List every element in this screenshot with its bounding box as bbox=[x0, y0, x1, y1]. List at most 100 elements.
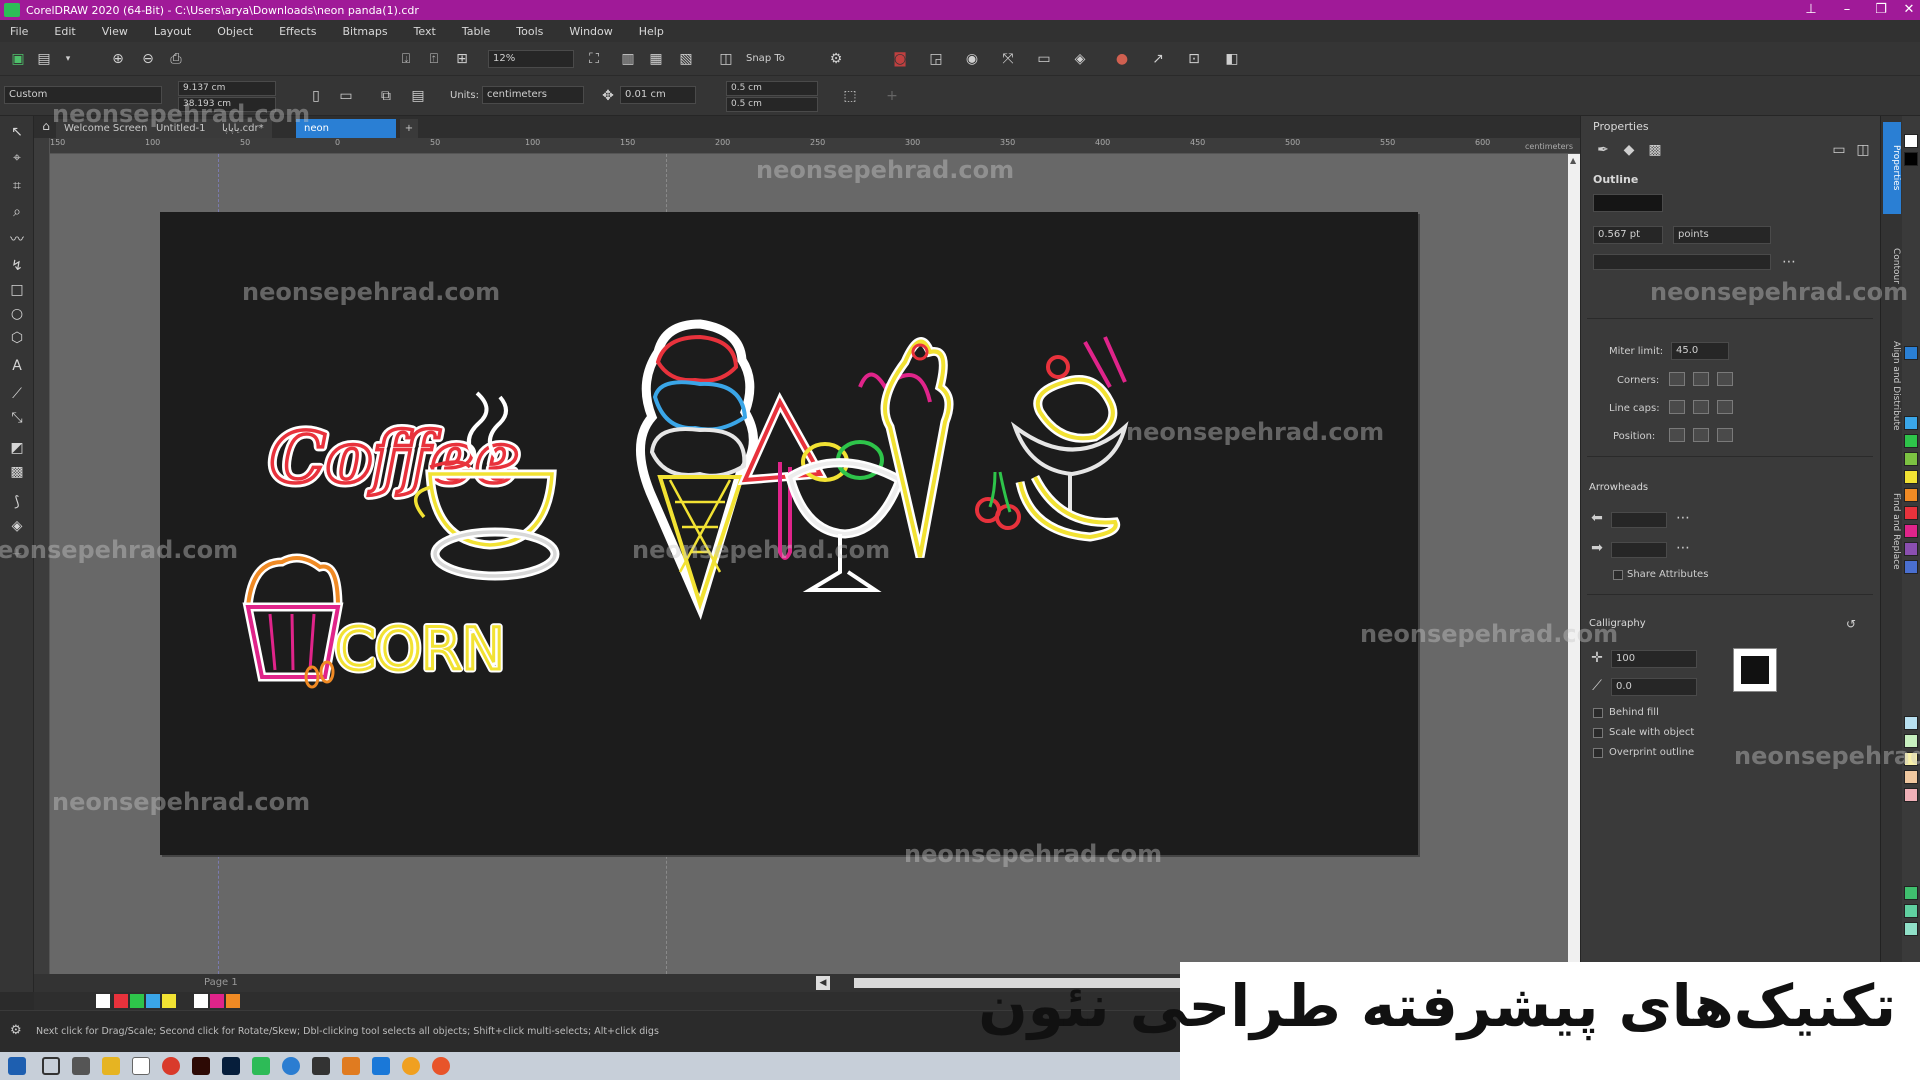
transform-icon[interactable]: ⤧ bbox=[998, 49, 1018, 69]
launch-icon[interactable]: ◙ bbox=[890, 49, 910, 69]
tab-align-distribute[interactable]: Align and Distribute bbox=[1883, 316, 1901, 456]
swatch[interactable] bbox=[1904, 506, 1918, 520]
swatch[interactable] bbox=[1904, 434, 1918, 448]
swatch[interactable] bbox=[1904, 560, 1918, 574]
tab-neon-panda[interactable]: neon panda(1).cdr bbox=[296, 119, 396, 153]
combine-icon[interactable]: ◈ bbox=[1070, 49, 1090, 69]
swatch[interactable] bbox=[1904, 922, 1918, 936]
duplicate-x-field[interactable]: 0.5 cm bbox=[726, 81, 818, 96]
outline-width-field[interactable]: 0.567 pt bbox=[1593, 226, 1663, 244]
scale-with-object-checkbox[interactable] bbox=[1593, 728, 1603, 738]
snap-to-dropdown[interactable]: Snap To bbox=[746, 53, 785, 64]
zoom-tool-icon[interactable]: ⌕ bbox=[7, 202, 27, 222]
nudge-distance-field[interactable]: 0.01 cm bbox=[620, 86, 696, 104]
arrow-start-icon[interactable]: ⬅ bbox=[1587, 508, 1607, 528]
all-pages-icon[interactable]: ⧉ bbox=[376, 86, 396, 106]
cap-round-icon[interactable] bbox=[1693, 400, 1709, 414]
menu-text[interactable]: Text bbox=[414, 25, 436, 38]
swatch[interactable] bbox=[210, 994, 224, 1008]
document-page[interactable]: Coffee Coffee CORN CORN bbox=[160, 212, 1418, 855]
rectangle-tool-icon[interactable]: □ bbox=[7, 280, 27, 300]
app-icon[interactable] bbox=[402, 1057, 420, 1075]
eyedropper-icon[interactable]: ⟆ bbox=[7, 492, 27, 512]
corner-round-icon[interactable] bbox=[1693, 372, 1709, 386]
units-select[interactable]: centimeters bbox=[482, 86, 584, 104]
ellipse-tool-icon[interactable]: ○ bbox=[7, 304, 27, 324]
swatch[interactable] bbox=[1904, 488, 1918, 502]
artistic-media-icon[interactable]: ↯ bbox=[7, 256, 27, 276]
menu-object[interactable]: Object bbox=[217, 25, 253, 38]
menu-table[interactable]: Table bbox=[462, 25, 490, 38]
swatch[interactable] bbox=[1904, 788, 1918, 802]
current-page-icon[interactable]: ▤ bbox=[408, 86, 428, 106]
start-icon[interactable] bbox=[8, 1057, 26, 1075]
behind-fill-checkbox[interactable] bbox=[1593, 708, 1603, 718]
line-style-select[interactable] bbox=[1593, 254, 1771, 270]
scroll-up-icon[interactable]: ▲ bbox=[1570, 156, 1578, 165]
trace-icon[interactable]: ◲ bbox=[926, 49, 946, 69]
cap-butt-icon[interactable] bbox=[1669, 400, 1685, 414]
end-arrowhead-select[interactable] bbox=[1611, 542, 1667, 558]
color-styles-icon[interactable]: ● bbox=[1112, 49, 1132, 69]
arrow-end-icon[interactable]: ➡ bbox=[1587, 538, 1607, 558]
text-tool-icon[interactable]: A bbox=[7, 356, 27, 376]
cloud-import-icon[interactable]: ⊕ bbox=[108, 49, 128, 69]
app-icon[interactable] bbox=[342, 1057, 360, 1075]
landscape-icon[interactable]: ▭ bbox=[336, 86, 356, 106]
tab-properties[interactable]: Properties bbox=[1883, 122, 1901, 214]
page-1-tab[interactable]: Page 1 bbox=[204, 977, 238, 988]
cloud-export-icon[interactable]: ⊖ bbox=[138, 49, 158, 69]
freehand-tool-icon[interactable]: 〰 bbox=[7, 230, 27, 250]
swatch[interactable] bbox=[130, 994, 144, 1008]
cap-square-icon[interactable] bbox=[1717, 400, 1733, 414]
swatch[interactable] bbox=[1904, 904, 1918, 918]
swatch[interactable] bbox=[1904, 152, 1918, 166]
fill-bucket-icon[interactable]: ◆ bbox=[1619, 140, 1639, 160]
firefox-icon[interactable] bbox=[432, 1057, 450, 1075]
swatch[interactable] bbox=[114, 994, 128, 1008]
reset-icon[interactable]: ↺ bbox=[1841, 614, 1861, 634]
swatch[interactable] bbox=[226, 994, 240, 1008]
add-icon[interactable]: + bbox=[882, 86, 902, 106]
object-icon[interactable]: ▭ bbox=[1034, 49, 1054, 69]
swatch[interactable] bbox=[1904, 416, 1918, 430]
import-icon[interactable]: ⍗ bbox=[396, 49, 416, 69]
polygon-tool-icon[interactable]: ⬡ bbox=[7, 328, 27, 348]
layout-icon[interactable]: ◧ bbox=[1222, 49, 1242, 69]
menu-tools[interactable]: Tools bbox=[516, 25, 543, 38]
duplicate-y-field[interactable]: 0.5 cm bbox=[726, 97, 818, 112]
publish-pdf-icon[interactable]: ⊞ bbox=[452, 49, 472, 69]
coffee-neon-sign[interactable]: Coffee Coffee bbox=[266, 391, 560, 581]
overprint-outline-checkbox[interactable] bbox=[1593, 748, 1603, 758]
stretch-field[interactable]: 100 bbox=[1611, 650, 1697, 668]
export-icon[interactable]: ⍐ bbox=[424, 49, 444, 69]
tab-find-replace[interactable]: Find and Replace bbox=[1883, 476, 1901, 586]
position-outside-icon[interactable] bbox=[1669, 428, 1685, 442]
transparency-tool-icon[interactable]: ▩ bbox=[7, 462, 27, 482]
swatch[interactable] bbox=[96, 994, 110, 1008]
show-guidelines-icon[interactable]: ▧ bbox=[676, 49, 696, 69]
swatch[interactable] bbox=[1904, 134, 1918, 148]
open-icon[interactable]: ▤ bbox=[34, 49, 54, 69]
snap-icon[interactable]: ◫ bbox=[716, 49, 736, 69]
drop-shadow-icon[interactable]: ◩ bbox=[7, 438, 27, 458]
open-dropdown-icon[interactable]: ▾ bbox=[58, 49, 78, 69]
search-icon[interactable] bbox=[42, 1057, 60, 1075]
app-icon[interactable] bbox=[282, 1057, 300, 1075]
connector-tool-icon[interactable]: ⤡ bbox=[7, 408, 27, 428]
swatch[interactable] bbox=[1904, 346, 1918, 360]
close-button[interactable]: ✕ bbox=[1892, 0, 1920, 20]
page-width-field[interactable]: 9.137 cm bbox=[178, 81, 276, 96]
new-tab-button[interactable]: + bbox=[400, 119, 418, 138]
miter-limit-field[interactable]: 45.0 bbox=[1671, 342, 1729, 360]
swatch[interactable] bbox=[1904, 716, 1918, 730]
swatch[interactable] bbox=[1904, 470, 1918, 484]
more-options-icon[interactable]: ⋯ bbox=[1779, 252, 1799, 272]
swatch[interactable] bbox=[1904, 452, 1918, 466]
camera-icon[interactable]: ◉ bbox=[962, 49, 982, 69]
outline-units-select[interactable]: points bbox=[1673, 226, 1771, 244]
full-screen-icon[interactable]: ⛶ bbox=[584, 49, 604, 69]
fruit-sundae-neon[interactable] bbox=[975, 336, 1129, 542]
chrome-icon[interactable] bbox=[162, 1057, 180, 1075]
start-arrowhead-select[interactable] bbox=[1611, 512, 1667, 528]
